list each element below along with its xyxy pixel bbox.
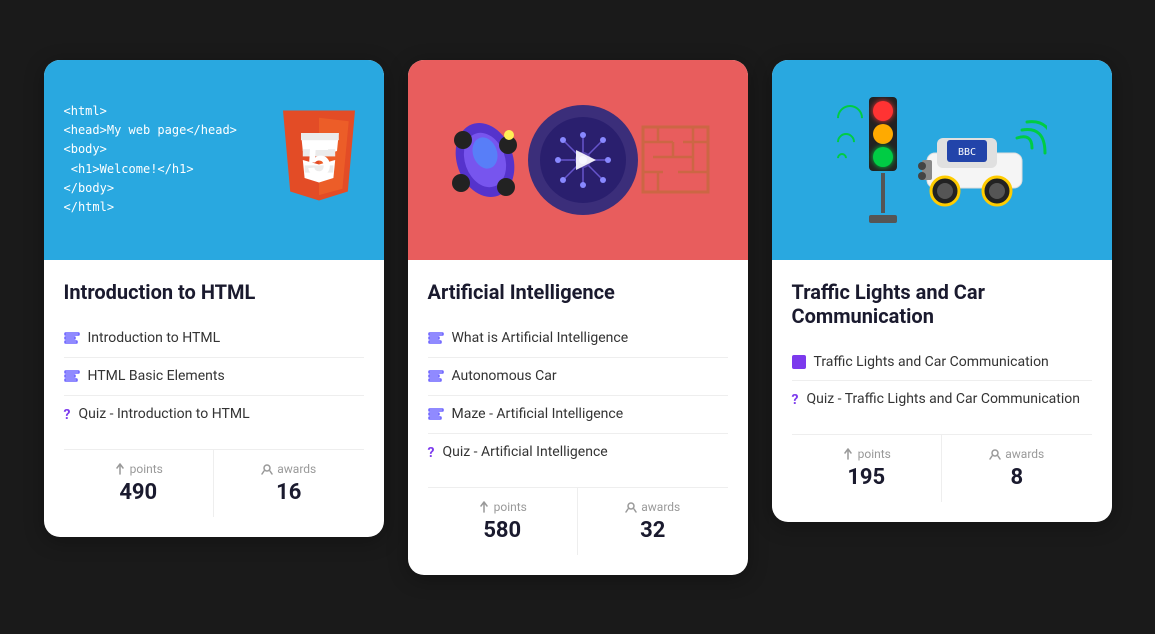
lesson-text: Quiz - Introduction to HTML <box>78 406 249 422</box>
quiz-icon: ? <box>64 407 71 423</box>
points-icon <box>114 463 126 475</box>
awards-stat: awards 16 <box>214 450 364 517</box>
awards-label: awards <box>261 462 316 476</box>
quiz-icon: ? <box>792 392 799 408</box>
card-ai-title: Artificial Intelligence <box>428 280 728 304</box>
html5-logo: 5 <box>274 110 364 210</box>
card-html-image: <html> <head>My web page</head> <body> <… <box>44 60 384 260</box>
points-stat: points 490 <box>64 450 215 517</box>
card-ai-body: Artificial Intelligence What is Artifici… <box>408 260 748 575</box>
lesson-text: Quiz - Artificial Intelligence <box>442 444 607 460</box>
traffic-light-box <box>869 97 897 171</box>
card-html-footer: points 490 awards 16 <box>64 449 364 517</box>
list-item[interactable]: What is Artificial Intelligence <box>428 320 728 358</box>
html-lesson-list: Introduction to HTML HTML Basic Elements… <box>64 320 364 433</box>
wifi-arcs <box>837 105 863 163</box>
list-item[interactable]: ? Quiz - Artificial Intelligence <box>428 434 728 471</box>
list-item[interactable]: Maze - Artificial Intelligence <box>428 396 728 434</box>
circuit-brain <box>538 115 628 205</box>
awards-label: awards <box>989 447 1044 461</box>
points-icon <box>478 501 490 513</box>
lesson-text: Autonomous Car <box>452 368 557 384</box>
list-item[interactable]: Introduction to HTML <box>64 320 364 358</box>
lesson-text: Maze - Artificial Intelligence <box>452 406 624 422</box>
card-html-title: Introduction to HTML <box>64 280 364 304</box>
module-icon <box>428 369 444 385</box>
module-icon <box>64 331 80 347</box>
quiz-icon: ? <box>428 445 435 461</box>
green-light <box>873 147 893 167</box>
points-label: points <box>478 500 527 514</box>
ai-lesson-list: What is Artificial Intelligence Autonomo… <box>428 320 728 471</box>
lesson-text: Introduction to HTML <box>88 330 221 346</box>
robot-car-group: BBC <box>917 108 1047 212</box>
lesson-text: What is Artificial Intelligence <box>452 330 629 346</box>
list-item[interactable]: ? Quiz - Traffic Lights and Car Communic… <box>792 381 1092 418</box>
module-icon <box>792 355 806 369</box>
awards-value: 8 <box>1010 465 1023 490</box>
points-label: points <box>114 462 163 476</box>
points-value: 490 <box>119 480 157 505</box>
cards-container: <html> <head>My web page</head> <body> <… <box>12 28 1144 607</box>
points-label: points <box>842 447 891 461</box>
card-html-body: Introduction to HTML Introduction to HTM… <box>44 260 384 537</box>
awards-label: awards <box>625 500 680 514</box>
list-item[interactable]: ? Quiz - Introduction to HTML <box>64 396 364 433</box>
card-traffic-image: BBC <box>772 60 1112 260</box>
card-traffic-title: Traffic Lights and Car Communication <box>792 280 1092 328</box>
points-value: 195 <box>847 465 885 490</box>
awards-stat: awards 8 <box>942 435 1092 502</box>
svg-text:BBC: BBC <box>957 147 975 158</box>
svg-text:5: 5 <box>306 137 330 185</box>
robot-car-svg: BBC <box>917 108 1047 208</box>
awards-icon <box>625 501 637 513</box>
awards-icon <box>989 448 1001 460</box>
list-item[interactable]: Autonomous Car <box>428 358 728 396</box>
car-illustration <box>443 115 528 205</box>
awards-value: 32 <box>640 518 665 543</box>
traffic-pole <box>881 173 885 213</box>
lesson-text: Traffic Lights and Car Communication <box>814 354 1049 370</box>
module-icon <box>428 331 444 347</box>
card-traffic-body: Traffic Lights and Car Communication Tra… <box>772 260 1112 522</box>
card-html: <html> <head>My web page</head> <body> <… <box>44 60 384 537</box>
traffic-light-group <box>837 97 897 223</box>
traffic-lesson-list: Traffic Lights and Car Communication ? Q… <box>792 344 1092 418</box>
lesson-text: Quiz - Traffic Lights and Car Communicat… <box>806 391 1080 407</box>
card-ai-image <box>408 60 748 260</box>
traffic-base <box>869 215 897 223</box>
html-code-snippet: <html> <head>My web page</head> <body> <… <box>64 102 237 217</box>
card-traffic: BBC Traffic Lights and Car Communication… <box>772 60 1112 522</box>
maze-illustration <box>638 122 713 197</box>
brain-illustration <box>528 105 638 215</box>
awards-value: 16 <box>276 480 301 505</box>
red-light <box>873 101 893 121</box>
list-item[interactable]: Traffic Lights and Car Communication <box>792 344 1092 381</box>
list-item[interactable]: HTML Basic Elements <box>64 358 364 396</box>
lesson-text: HTML Basic Elements <box>88 368 225 384</box>
points-value: 580 <box>483 518 521 543</box>
points-icon <box>842 448 854 460</box>
card-ai-footer: points 580 awards 32 <box>428 487 728 555</box>
points-stat: points 580 <box>428 488 579 555</box>
awards-icon <box>261 463 273 475</box>
yellow-light <box>873 124 893 144</box>
points-stat: points 195 <box>792 435 943 502</box>
traffic-light-pole <box>869 97 897 223</box>
card-traffic-footer: points 195 awards 8 <box>792 434 1092 502</box>
card-ai: Artificial Intelligence What is Artifici… <box>408 60 748 575</box>
awards-stat: awards 32 <box>578 488 728 555</box>
module-icon <box>64 369 80 385</box>
module-icon <box>428 407 444 423</box>
